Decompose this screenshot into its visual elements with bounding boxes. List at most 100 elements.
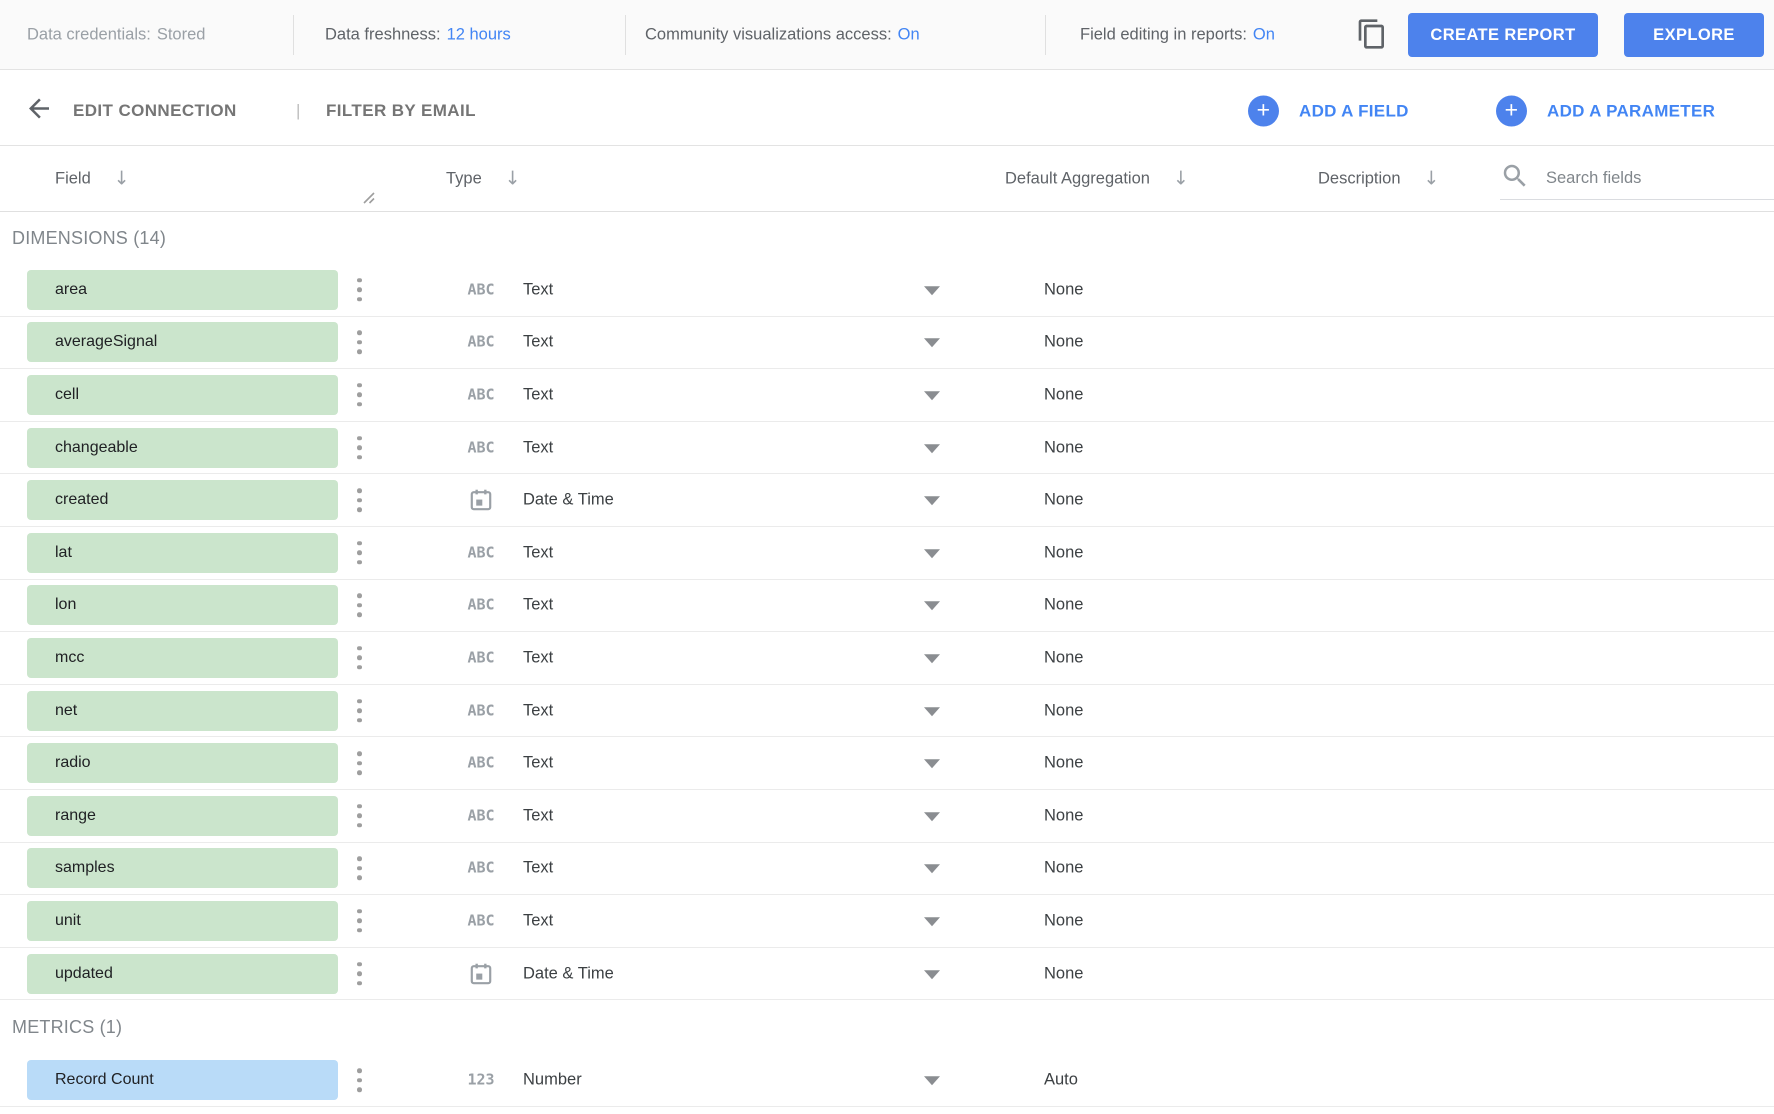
type-label: Text <box>523 911 553 930</box>
field-chip[interactable]: lon <box>27 585 338 625</box>
type-dropdown[interactable]: ABC Text <box>446 317 951 369</box>
edit-connection-link[interactable]: EDIT CONNECTION <box>73 101 237 121</box>
type-dropdown[interactable]: ABC Text <box>446 685 951 737</box>
more-options-icon[interactable] <box>353 958 366 990</box>
add-a-field-label: ADD A FIELD <box>1299 101 1409 121</box>
aggregation-value[interactable]: None <box>1044 385 1083 404</box>
type-label: Date & Time <box>523 491 614 510</box>
type-dropdown[interactable]: ABC Text <box>446 895 951 947</box>
more-options-icon[interactable] <box>353 642 366 674</box>
metrics-section: METRICS (1) Record Count 123 Number Auto <box>0 1000 1774 1107</box>
aggregation-value[interactable]: None <box>1044 438 1083 457</box>
create-report-button[interactable]: CREATE REPORT <box>1408 13 1598 57</box>
data-credentials-label: Data credentials: <box>27 25 151 43</box>
data-credentials-status[interactable]: Data credentials: Stored <box>27 25 205 44</box>
type-dropdown[interactable]: Date & Time <box>446 948 951 1000</box>
column-header-default-aggregation[interactable]: Default Aggregation ↓ <box>1005 169 1189 188</box>
field-editing-status[interactable]: Field editing in reports: On <box>1080 25 1275 44</box>
type-dropdown[interactable]: ABC Text <box>446 632 951 684</box>
text-type-icon: ABC <box>460 808 502 823</box>
field-editing-value: On <box>1253 25 1275 43</box>
data-freshness-status[interactable]: Data freshness:12 hours <box>325 25 511 44</box>
field-chip-label: lat <box>55 544 72 562</box>
field-chip[interactable]: Record Count <box>27 1060 338 1100</box>
search-fields-input[interactable] <box>1544 168 1774 189</box>
field-editing-label: Field editing in reports: <box>1080 25 1247 43</box>
dropdown-caret-icon <box>924 339 940 348</box>
column-header-field[interactable]: Field ↓ <box>55 169 130 188</box>
column-header-description[interactable]: Description ↓ <box>1318 169 1439 188</box>
more-options-icon[interactable] <box>353 379 366 411</box>
aggregation-value[interactable]: None <box>1044 964 1083 983</box>
aggregation-value[interactable]: None <box>1044 806 1083 825</box>
type-dropdown[interactable]: ABC Text <box>446 843 951 895</box>
field-chip[interactable]: cell <box>27 375 338 415</box>
field-chip[interactable]: samples <box>27 848 338 888</box>
aggregation-value[interactable]: None <box>1044 280 1083 299</box>
aggregation-value[interactable]: Auto <box>1044 1071 1078 1090</box>
type-dropdown[interactable]: ABC Text <box>446 264 951 316</box>
aggregation-value[interactable]: None <box>1044 491 1083 510</box>
table-row: changeable ABC Text None <box>0 422 1774 475</box>
aggregation-value[interactable]: None <box>1044 701 1083 720</box>
field-chip[interactable]: range <box>27 796 338 836</box>
more-options-icon[interactable] <box>353 905 366 937</box>
aggregation-value[interactable]: None <box>1044 596 1083 615</box>
more-options-icon[interactable] <box>353 590 366 622</box>
more-options-icon[interactable] <box>353 747 366 779</box>
aggregation-value[interactable]: None <box>1044 859 1083 878</box>
type-dropdown[interactable]: ABC Text <box>446 527 951 579</box>
more-options-icon[interactable] <box>353 484 366 516</box>
type-dropdown[interactable]: ABC Text <box>446 790 951 842</box>
field-chip[interactable]: unit <box>27 901 338 941</box>
add-a-field-button[interactable]: + ADD A FIELD <box>1248 96 1409 127</box>
more-options-icon[interactable] <box>353 327 366 359</box>
add-a-parameter-button[interactable]: + ADD A PARAMETER <box>1496 96 1715 127</box>
more-options-icon[interactable] <box>353 800 366 832</box>
type-dropdown[interactable]: ABC Text <box>446 580 951 632</box>
field-chip[interactable]: created <box>27 480 338 520</box>
field-chip-label: changeable <box>55 439 138 457</box>
field-chip[interactable]: area <box>27 270 338 310</box>
more-options-icon[interactable] <box>353 274 366 306</box>
table-row: Record Count 123 Number Auto <box>0 1054 1774 1107</box>
copy-data-source-button[interactable] <box>1354 17 1390 53</box>
field-chip[interactable]: averageSignal <box>27 322 338 362</box>
type-dropdown[interactable]: ABC Text <box>446 737 951 789</box>
more-options-icon[interactable] <box>353 853 366 885</box>
community-visualizations-label: Community visualizations access: <box>645 25 892 43</box>
field-chip-label: mcc <box>55 649 84 667</box>
column-resize-handle[interactable] <box>362 191 375 209</box>
field-chip[interactable]: changeable <box>27 428 338 468</box>
more-options-icon[interactable] <box>353 432 366 464</box>
explore-button[interactable]: EXPLORE <box>1624 13 1764 57</box>
data-credentials-value: Stored <box>157 25 206 43</box>
type-dropdown[interactable]: ABC Text <box>446 422 951 474</box>
more-options-icon[interactable] <box>353 1064 366 1096</box>
aggregation-value[interactable]: None <box>1044 543 1083 562</box>
field-chip[interactable]: mcc <box>27 638 338 678</box>
add-a-parameter-label: ADD A PARAMETER <box>1547 101 1715 121</box>
type-label: Number <box>523 1071 582 1090</box>
aggregation-value[interactable]: None <box>1044 754 1083 773</box>
filter-by-email-link[interactable]: FILTER BY EMAIL <box>326 101 476 121</box>
field-chip[interactable]: radio <box>27 743 338 783</box>
community-visualizations-status[interactable]: Community visualizations access:On <box>645 25 920 44</box>
field-chip[interactable]: lat <box>27 533 338 573</box>
type-dropdown[interactable]: 123 Number <box>446 1054 951 1106</box>
type-dropdown[interactable]: ABC Text <box>446 369 951 421</box>
field-chip[interactable]: net <box>27 691 338 731</box>
aggregation-value[interactable]: None <box>1044 911 1083 930</box>
table-row: radio ABC Text None <box>0 737 1774 790</box>
column-header-type[interactable]: Type ↓ <box>446 169 521 188</box>
back-arrow-icon[interactable] <box>24 94 54 129</box>
aggregation-value[interactable]: None <box>1044 648 1083 667</box>
field-chip[interactable]: updated <box>27 954 338 994</box>
type-dropdown[interactable]: Date & Time <box>446 474 951 526</box>
field-chip-label: updated <box>55 965 113 983</box>
table-row: updated Date & Time None <box>0 948 1774 1001</box>
more-options-icon[interactable] <box>353 537 366 569</box>
aggregation-value[interactable]: None <box>1044 333 1083 352</box>
more-options-icon[interactable] <box>353 695 366 727</box>
connection-toolbar: EDIT CONNECTION | FILTER BY EMAIL + ADD … <box>0 70 1774 146</box>
